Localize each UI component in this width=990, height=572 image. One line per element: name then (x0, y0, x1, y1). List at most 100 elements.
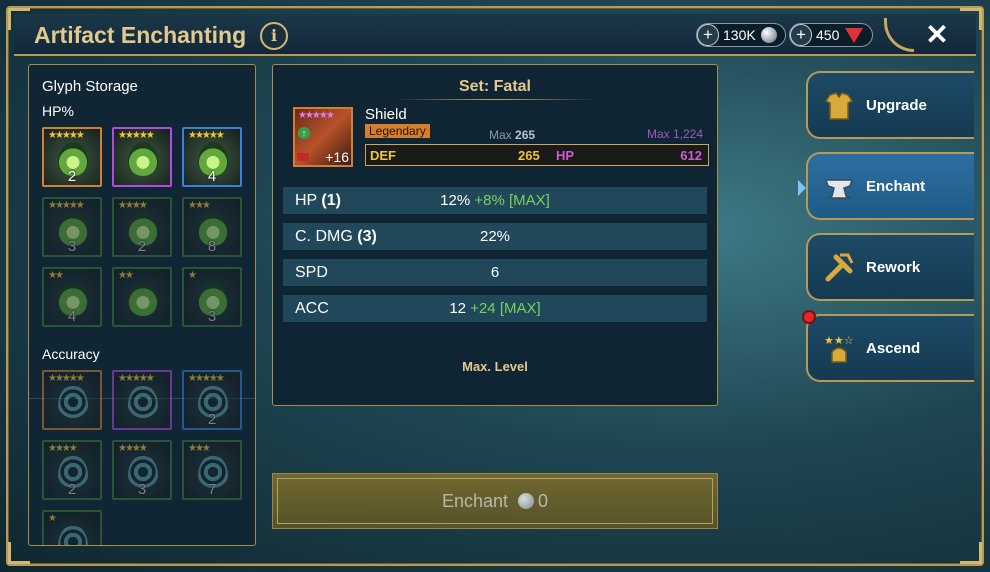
tab-label: Enchant (866, 178, 926, 195)
svg-text:★★☆: ★★☆ (824, 335, 854, 347)
glyph-stars: ★★★★★ (48, 130, 85, 141)
horn-ornament-icon (884, 18, 914, 52)
armor-icon (824, 92, 854, 120)
silver-currency: + 130K (696, 23, 786, 47)
artifact-stars: ★★★★★ (298, 110, 335, 121)
enchant-button[interactable]: Enchant 0 (272, 473, 718, 529)
section-label-accuracy: Accuracy (42, 346, 100, 362)
glyph-stars: ★★★★★ (118, 373, 155, 384)
enchant-button-content: Enchant 0 (273, 491, 717, 512)
glyph-slot[interactable]: ★★★★★ 2 (182, 370, 242, 430)
glyph-slot[interactable]: ★★★★ 2 (112, 197, 172, 257)
section-label-hp: HP% (42, 103, 74, 119)
glyph-stars: ★★★★★ (48, 373, 85, 384)
glyph-slot[interactable]: ★★★★ 2 (42, 440, 102, 500)
glyph-stars: ★★★ (188, 443, 211, 454)
substat-number: 22% (479, 228, 511, 245)
glyph-slot[interactable]: ★★★★★ (112, 127, 172, 187)
frame-corner (960, 542, 982, 564)
tab-enchant[interactable]: Enchant (798, 152, 974, 220)
glyph-slot[interactable]: ★★★★★ 2 (42, 127, 102, 187)
hp-glyph-icon (128, 142, 158, 176)
silver-coin-icon (760, 27, 777, 43)
rarity-badge: Legendary (365, 124, 430, 138)
max-main-label: Max (489, 128, 512, 142)
max-main-value: 265 (515, 128, 536, 142)
glyph-count: 3 (137, 481, 147, 498)
glyph-slot[interactable]: ★★★★★ (42, 370, 102, 430)
enchant-button-label: Enchant (441, 491, 509, 511)
main-stat-name: DEF (370, 148, 396, 163)
glyph-stars: ★★★★★ (48, 200, 85, 211)
tab-label: Rework (866, 259, 921, 276)
notification-dot-icon (802, 310, 816, 324)
substat-row: SPD 6 (283, 259, 707, 286)
glyph-slot[interactable]: ★★★★★ 3 (42, 197, 102, 257)
page-title: Artifact Enchanting (34, 22, 247, 48)
glyph-count: 4 (207, 168, 217, 185)
glyph-slot[interactable]: ★★★★★ 4 (182, 127, 242, 187)
glyph-slot[interactable]: ★★★ 8 (182, 197, 242, 257)
glyph-slot[interactable]: ★★★ 7 (182, 440, 242, 500)
max-main-stat: Max 265 (489, 128, 535, 142)
substat-value: 22% (283, 228, 707, 245)
glyph-stars: ★★★★ (48, 443, 78, 454)
glyph-slot[interactable]: ★★ 4 (42, 267, 102, 327)
glyph-count: 2 (67, 481, 77, 498)
hp-glyph-icon (128, 282, 158, 316)
storage-title: Glyph Storage (42, 78, 138, 95)
glyph-count: 8 (207, 238, 217, 255)
max-level-status: Max. Level (462, 359, 528, 374)
silver-coin-icon (518, 493, 535, 509)
faction-icon (297, 153, 309, 161)
gem-icon (845, 27, 864, 43)
glyph-slot[interactable]: ★★ (112, 267, 172, 327)
glyph-stars: ★★★★ (118, 443, 148, 454)
glyph-stars: ★★★★ (118, 200, 148, 211)
upgrade-arrow-icon: ↑ (298, 127, 310, 139)
glyph-count: 3 (67, 238, 77, 255)
active-tab-arrow-icon (798, 180, 806, 196)
glyph-stars: ★★★★★ (188, 373, 225, 384)
substat-bonus: +24 [MAX] (470, 300, 541, 317)
accuracy-glyph-icon (58, 385, 88, 419)
substat-bonus: +8% [MAX] (474, 192, 550, 209)
info-icon[interactable]: i (260, 22, 288, 50)
substat-row: ACC 12 +24 [MAX] (283, 295, 707, 322)
main-stat-value: 265 (518, 148, 540, 163)
glyph-count: 2 (67, 168, 77, 185)
glyph-count: 2 (137, 238, 147, 255)
gem-amount: 450 (816, 27, 840, 43)
glyph-slot[interactable]: ★ (42, 510, 102, 545)
glyph-stars: ★★★ (188, 200, 211, 211)
tab-ascend[interactable]: ★★☆ Ascend (802, 310, 974, 382)
frame-corner (8, 542, 30, 564)
artifact-name: Shield (365, 106, 407, 123)
add-silver-button[interactable]: + (697, 24, 719, 46)
glyph-slot[interactable]: ★★★★ 3 (112, 440, 172, 500)
set-divider (393, 99, 599, 100)
accuracy-glyph-icon (58, 525, 88, 545)
gem-currency: + 450 (789, 23, 873, 47)
add-gems-button[interactable]: + (790, 24, 812, 46)
close-button[interactable]: ✕ (920, 18, 954, 52)
glyph-stars: ★★ (118, 270, 134, 281)
artifact-panel: Set: Fatal ★★★★★ ↑ +16 Shield Legendary … (272, 64, 718, 406)
substat-value: 6 (283, 264, 707, 281)
tab-upgrade[interactable]: Upgrade (806, 71, 974, 139)
substat-number: 12% (440, 192, 471, 209)
glyph-slot[interactable]: ★ 3 (182, 267, 242, 327)
glyph-slot[interactable]: ★★★★★ (112, 370, 172, 430)
substat-row: HP (1) 12% +8% [MAX] (283, 187, 707, 214)
tab-rework[interactable]: Rework (806, 233, 974, 301)
tab-label: Upgrade (866, 97, 927, 114)
glyph-stars: ★ (188, 270, 197, 281)
glyph-storage-panel: Glyph Storage HP% ★★★★★ 2 ★★★★★ ★★★★★ 4 ★★★★★… (28, 64, 256, 546)
substat-number: 12 (449, 300, 467, 317)
glyph-stars: ★ (48, 513, 57, 524)
silver-amount: 130K (723, 27, 756, 43)
glyph-stars: ★★ (48, 270, 64, 281)
top-substat-name: HP (556, 148, 575, 163)
header-bar: Artifact Enchanting i + 130K + 450 ✕ (14, 14, 976, 56)
artifact-icon[interactable]: ★★★★★ ↑ +16 (293, 107, 353, 167)
